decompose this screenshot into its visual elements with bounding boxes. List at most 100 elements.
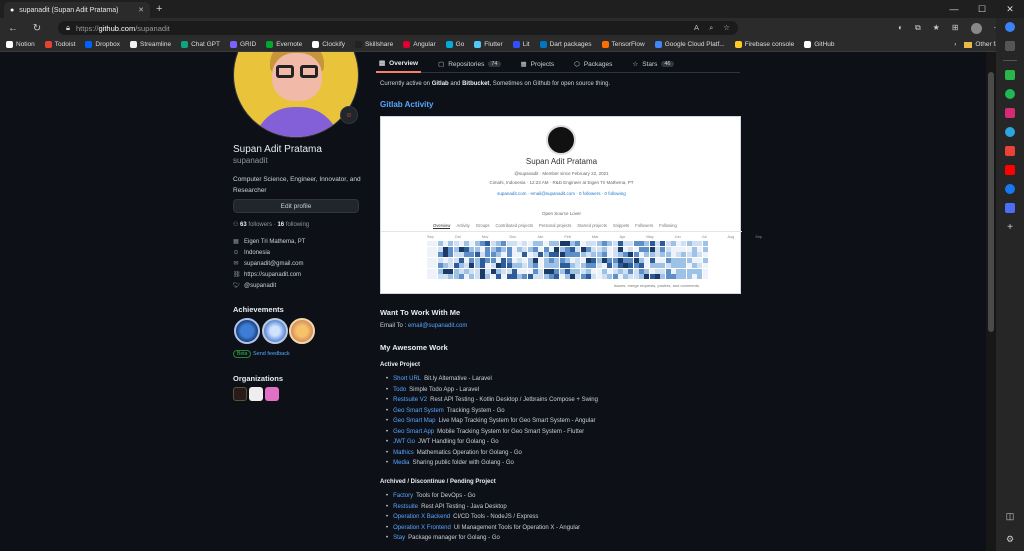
project-link[interactable]: Geo Smart Map bbox=[393, 416, 435, 427]
bookmark-1[interactable]: Todoist bbox=[44, 41, 75, 48]
email-detail[interactable]: ✉ supanadit@gmail.com bbox=[233, 260, 303, 268]
org-avatar-1[interactable] bbox=[233, 387, 247, 401]
instagram-icon[interactable] bbox=[1005, 108, 1015, 118]
following-link[interactable]: 16 following bbox=[277, 222, 309, 228]
tab-title: supanadit (Supan Adit Pratama) bbox=[19, 6, 119, 14]
project-link[interactable]: Operation X Backend bbox=[393, 512, 450, 523]
heatmap-cell bbox=[607, 268, 613, 274]
bookmark-10[interactable]: Go bbox=[445, 41, 464, 48]
extensions-puzzle-icon[interactable]: ⧉ bbox=[915, 23, 921, 34]
achievements-heading[interactable]: Achievements bbox=[233, 305, 284, 314]
heatmap-cell bbox=[644, 274, 650, 279]
set-status-icon[interactable]: ☺ bbox=[340, 106, 358, 124]
bookmark-7[interactable]: Clockify bbox=[312, 41, 345, 48]
read-aloud-icon[interactable]: A bbox=[694, 23, 699, 33]
hide-sidebar-icon[interactable]: ◫ bbox=[1006, 511, 1015, 522]
whatsapp-icon[interactable] bbox=[1005, 70, 1015, 80]
close-window-button[interactable]: ✕ bbox=[996, 0, 1024, 18]
org-avatar-3[interactable] bbox=[265, 387, 279, 401]
twitter-detail[interactable]: 🐦︎ @supanadit bbox=[233, 282, 276, 290]
bookmark-14[interactable]: TensorFlow bbox=[601, 41, 645, 48]
bookmark-0[interactable]: Notion bbox=[6, 41, 35, 48]
followers-link[interactable]: 63 followers bbox=[240, 222, 272, 228]
bookmark-11[interactable]: Flutter bbox=[474, 41, 503, 48]
bookmark-4[interactable]: Chat GPT bbox=[181, 41, 220, 48]
youtube-icon[interactable] bbox=[1005, 165, 1015, 175]
project-link[interactable]: Restsuite bbox=[393, 502, 418, 513]
bookmark-16[interactable]: Firebase console bbox=[734, 41, 794, 48]
bookmark-12[interactable]: Lit bbox=[512, 41, 530, 48]
project-link[interactable]: JWT Go bbox=[393, 437, 415, 448]
project-item: Operation X FrontendUI Management Tools … bbox=[386, 523, 580, 534]
tab-overview[interactable]: ▤ Overview bbox=[376, 55, 422, 73]
scrollbar-thumb[interactable] bbox=[988, 72, 994, 332]
bing-icon[interactable] bbox=[1005, 22, 1015, 32]
bookmark-15[interactable]: Google Cloud Platf... bbox=[654, 41, 725, 48]
gmail-icon[interactable] bbox=[1005, 146, 1015, 156]
search-icon[interactable] bbox=[1005, 41, 1015, 51]
achievement-badge-yolo[interactable] bbox=[289, 318, 315, 344]
close-tab-icon[interactable]: ✕ bbox=[138, 6, 144, 14]
settings-gear-icon[interactable]: ⚙ bbox=[1006, 534, 1014, 545]
project-link[interactable]: Mathics bbox=[393, 448, 414, 459]
spotify-icon[interactable] bbox=[1005, 89, 1015, 99]
zoom-icon[interactable]: ⌕ bbox=[709, 23, 713, 33]
add-sidebar-app-icon[interactable]: + bbox=[1007, 222, 1013, 233]
email-link[interactable]: email@supanadit.com bbox=[408, 323, 467, 329]
tab-packages[interactable]: ⬡ Packages bbox=[571, 55, 615, 73]
extension-icon[interactable]: ◐ bbox=[898, 23, 903, 34]
browser-tab[interactable]: ● supanadit (Supan Adit Pratama) ✕ bbox=[4, 2, 150, 18]
heatmap-cell bbox=[442, 263, 448, 268]
maximize-button[interactable]: ☐ bbox=[968, 0, 996, 18]
bookmark-3[interactable]: Streamline bbox=[129, 41, 171, 48]
bookmark-17[interactable]: GitHub bbox=[804, 41, 834, 48]
org-avatar-2[interactable] bbox=[249, 387, 263, 401]
gitlab-activity-card[interactable]: Supan Adit Pratama @supanadit · Member s… bbox=[380, 116, 762, 294]
project-link[interactable]: Operation X Frontend bbox=[393, 523, 451, 534]
edit-profile-button[interactable]: Edit profile bbox=[233, 199, 359, 213]
bookmark-13[interactable]: Dart packages bbox=[539, 41, 592, 48]
bookmark-2[interactable]: Dropbox bbox=[85, 41, 120, 48]
heatmap-cell bbox=[506, 257, 512, 263]
achievement-badge-arctic[interactable] bbox=[234, 318, 260, 344]
refresh-icon[interactable]: ↻ bbox=[30, 23, 44, 34]
telegram-icon[interactable] bbox=[1005, 127, 1015, 137]
project-link[interactable]: Stay bbox=[393, 533, 405, 544]
bookmark-5[interactable]: GRID bbox=[229, 41, 256, 48]
bookmark-8[interactable]: Skillshare bbox=[355, 41, 393, 48]
project-link[interactable]: Factory bbox=[393, 491, 413, 502]
tab-projects[interactable]: ▦ Projects bbox=[518, 55, 558, 73]
project-link[interactable]: Todo bbox=[393, 385, 406, 396]
favorite-star-icon[interactable]: ☆ bbox=[723, 23, 730, 33]
collections-icon[interactable]: ⊞ bbox=[952, 23, 959, 34]
project-link[interactable]: Restsuite V2 bbox=[393, 395, 427, 406]
facebook-icon[interactable] bbox=[1005, 184, 1015, 194]
heatmap-cell bbox=[548, 268, 554, 274]
achievement-badge-pull-shark[interactable] bbox=[262, 318, 288, 344]
new-tab-button[interactable]: + bbox=[156, 3, 162, 15]
teams-icon[interactable] bbox=[1005, 203, 1015, 213]
project-link[interactable]: Geo Smart System bbox=[393, 406, 444, 417]
project-link[interactable]: Media bbox=[393, 458, 409, 469]
project-link[interactable]: Short URL bbox=[393, 374, 421, 385]
url-field[interactable]: 🔒︎ https://github.com/supanadit A ⌕ ☆ bbox=[58, 21, 738, 35]
page-scrollbar[interactable] bbox=[986, 52, 996, 551]
bookmark-9[interactable]: Angular bbox=[403, 41, 436, 48]
heatmap-cell bbox=[554, 263, 560, 268]
heatmap-cell bbox=[570, 263, 576, 268]
bookmark-6[interactable]: Evernote bbox=[266, 41, 302, 48]
bookmarks-overflow-icon[interactable]: › bbox=[954, 41, 956, 48]
send-feedback-link[interactable]: Send feedback bbox=[253, 351, 290, 357]
favorites-icon[interactable]: ★ bbox=[933, 23, 940, 34]
heatmap-cell bbox=[596, 252, 602, 257]
tab-repositories[interactable]: ▢ Repositories 74 bbox=[435, 55, 503, 73]
project-link[interactable]: Geo Smart App bbox=[393, 427, 434, 438]
website-detail[interactable]: ⛓ https://supanadit.com bbox=[233, 271, 301, 279]
tab-stars[interactable]: ☆ Stars 46 bbox=[629, 55, 676, 73]
heatmap-cell bbox=[495, 246, 501, 252]
profile-avatar[interactable] bbox=[970, 22, 982, 34]
gitlab-activity-heading[interactable]: Gitlab Activity bbox=[380, 100, 434, 109]
back-icon[interactable]: ← bbox=[6, 23, 20, 34]
minimize-button[interactable]: — bbox=[940, 0, 968, 18]
profile-avatar-image[interactable] bbox=[233, 52, 359, 138]
